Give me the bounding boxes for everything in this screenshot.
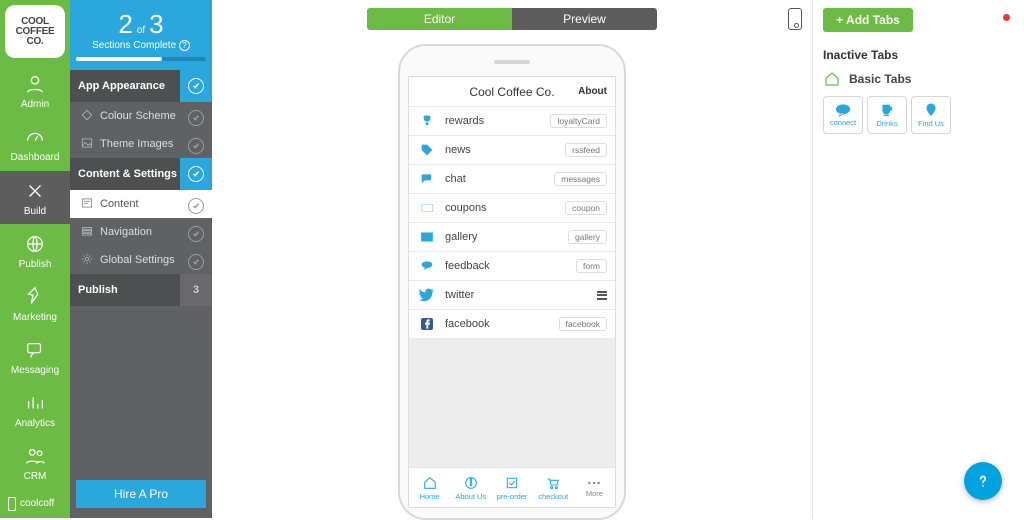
app-titlebar: Cool Coffee Co. About — [409, 77, 615, 107]
inactive-tabs-heading: Inactive Tabs — [823, 48, 1014, 62]
row-content[interactable]: Content — [70, 190, 212, 218]
preview-tab[interactable]: Preview — [512, 8, 657, 30]
check-icon — [180, 70, 212, 102]
facebook-icon — [417, 316, 437, 332]
basic-tabs-row: Basic Tabs — [823, 70, 1014, 88]
primary-nav-sidebar: COOLCOFFEECO. Admin Dashboard Build Publ… — [0, 0, 70, 518]
progress-bar — [76, 57, 206, 61]
chip-drinks[interactable]: Drinks — [867, 96, 907, 134]
row-menu-icon[interactable] — [597, 291, 607, 300]
tabbar-more[interactable]: More — [574, 468, 615, 507]
tab-row-chat[interactable]: chat messages — [409, 165, 615, 194]
trophy-icon — [417, 113, 437, 129]
tabbar-checkout[interactable]: checkout — [533, 468, 574, 507]
progress-tile: 2 of 3 Sections Complete ? — [70, 0, 212, 70]
svg-text:Hi!: Hi! — [840, 107, 846, 113]
palette-icon — [80, 108, 94, 125]
phone-screen: Cool Coffee Co. About rewards loyaltyCar… — [408, 76, 616, 508]
screen-empty-area — [409, 339, 615, 467]
chip-connect[interactable]: Hi!connect — [823, 96, 863, 134]
tabbar-preorder[interactable]: pre-order — [491, 468, 532, 507]
twitter-icon — [417, 287, 437, 303]
nav-item-marketing[interactable]: Marketing — [0, 277, 70, 330]
app-title: Cool Coffee Co. — [469, 85, 554, 99]
section-publish[interactable]: Publish 3 — [70, 274, 212, 306]
nav-icon — [80, 224, 94, 241]
tab-row-news[interactable]: news rssfeed — [409, 136, 615, 165]
home-icon — [823, 70, 841, 88]
section-content-settings[interactable]: Content & Settings — [70, 158, 212, 190]
help-fab[interactable] — [964, 462, 1002, 500]
image-icon — [80, 136, 94, 153]
speech-icon — [417, 258, 437, 274]
main-panel: Editor Preview Cool Coffee Co. About rew… — [212, 0, 812, 518]
phone-speaker — [494, 60, 530, 64]
notification-dot — [1003, 14, 1010, 21]
add-tabs-button[interactable]: + Add Tabs — [823, 8, 913, 32]
right-panel: + Add Tabs Inactive Tabs Basic Tabs Hi!c… — [812, 0, 1024, 518]
phone-icon — [8, 497, 16, 511]
check-icon — [180, 158, 212, 190]
inactive-tab-chips: Hi!connect Drinks Find Us — [823, 96, 1014, 134]
gear-icon — [80, 252, 94, 269]
tab-row-coupons[interactable]: coupons coupon — [409, 194, 615, 223]
help-icon[interactable]: ? — [179, 40, 190, 51]
row-global-settings[interactable]: Global Settings — [70, 246, 212, 274]
chat-icon — [417, 171, 437, 187]
content-icon — [80, 196, 94, 213]
tabbar-home[interactable]: Home — [409, 468, 450, 507]
row-colour-scheme[interactable]: Colour Scheme — [70, 102, 212, 130]
settings-column: 2 of 3 Sections Complete ? App Appearanc… — [70, 0, 212, 518]
tag-icon — [417, 142, 437, 158]
publish-count-badge: 3 — [180, 274, 212, 306]
editor-preview-toggle: Editor Preview — [367, 8, 657, 30]
editor-tab[interactable]: Editor — [367, 8, 512, 30]
phone-tabbar: Home About Us pre-order checkout More — [409, 467, 615, 507]
row-navigation[interactable]: Navigation — [70, 218, 212, 246]
nav-item-dashboard[interactable]: Dashboard — [0, 117, 70, 170]
nav-item-analytics[interactable]: Analytics — [0, 383, 70, 436]
row-theme-images[interactable]: Theme Images — [70, 130, 212, 158]
tab-row-gallery[interactable]: gallery gallery — [409, 223, 615, 252]
nav-item-build[interactable]: Build — [0, 171, 70, 224]
user-footer[interactable]: coolcoff — [0, 490, 70, 518]
gallery-icon — [417, 229, 437, 245]
nav-item-crm[interactable]: CRM — [0, 436, 70, 489]
tab-row-feedback[interactable]: feedback form — [409, 252, 615, 281]
chip-findus[interactable]: Find Us — [911, 96, 951, 134]
about-button[interactable]: About — [578, 86, 607, 97]
nav-item-publish[interactable]: Publish — [0, 224, 70, 277]
device-toggle-icon[interactable] — [788, 8, 802, 30]
nav-item-messaging[interactable]: Messaging — [0, 330, 70, 383]
tab-row-facebook[interactable]: facebook facebook — [409, 310, 615, 339]
brand-logo: COOLCOFFEECO. — [5, 5, 65, 58]
tab-row-rewards[interactable]: rewards loyaltyCard — [409, 107, 615, 136]
hire-a-pro-button[interactable]: Hire A Pro — [76, 480, 206, 508]
coupon-icon — [417, 200, 437, 216]
nav-item-admin[interactable]: Admin — [0, 64, 70, 117]
tabbar-about[interactable]: About Us — [450, 468, 491, 507]
section-app-appearance[interactable]: App Appearance — [70, 70, 212, 102]
phone-preview: Cool Coffee Co. About rewards loyaltyCar… — [398, 44, 626, 520]
tab-row-twitter[interactable]: twitter — [409, 281, 615, 310]
